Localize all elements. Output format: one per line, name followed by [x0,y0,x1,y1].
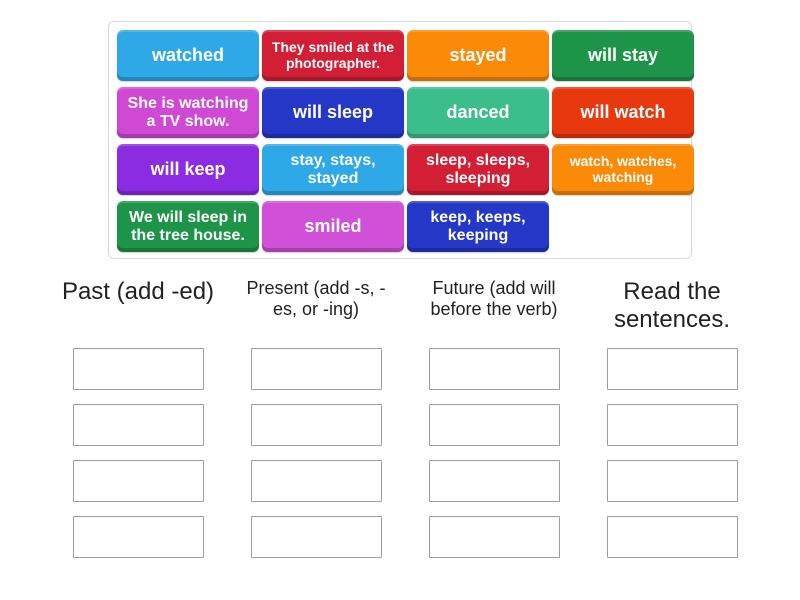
drop-slot[interactable] [428,404,560,446]
tile-label: danced [446,101,510,122]
tile[interactable]: will watch [552,87,694,138]
drop-slot[interactable] [606,404,738,446]
tile-label: will sleep [292,101,374,122]
tile-label: stay, stays, stayed [290,152,376,187]
tile[interactable]: watched [117,30,259,81]
tile[interactable]: will keep [117,144,259,195]
tile-label: smiled [304,215,362,236]
drop-slot[interactable] [250,404,382,446]
sort-column: Present (add -s, -es, or -ing) [238,278,394,558]
tile-label: will stay [587,44,659,65]
tile-label: stayed [449,44,507,65]
tile-label: They smiled at the photographer. [271,39,395,71]
sort-column: Read the sentences. [594,278,750,558]
tile-grid: watched They smiled at the photographer. s… [117,30,694,257]
sort-columns: Past (add -ed) Present (add -s, -es, or -… [60,278,750,558]
column-title: Past (add -ed) [61,278,215,305]
tile[interactable]: will stay [552,30,694,81]
tile[interactable]: smiled [262,201,404,252]
column-slots [594,348,750,558]
column-slots [60,348,216,558]
drop-slot[interactable] [428,460,560,502]
drop-slot[interactable] [250,348,382,390]
drop-slot[interactable] [72,404,204,446]
drop-slot[interactable] [428,348,560,390]
sort-column: Past (add -ed) [60,278,216,558]
tile-slot-empty [552,201,694,252]
tile[interactable]: watch, watches, watching [552,144,694,195]
tile[interactable]: will sleep [262,87,404,138]
tile[interactable]: sleep, sleeps, sleeping [407,144,549,195]
tile-label: watch, watches, watching [569,153,677,185]
drop-slot[interactable] [72,460,204,502]
drop-slot[interactable] [606,348,738,390]
tile[interactable]: stayed [407,30,549,81]
column-slots [416,348,572,558]
tile-label: will watch [580,101,666,122]
tile[interactable]: We will sleep in the tree house. [117,201,259,252]
drop-slot[interactable] [72,516,204,558]
tile-label: We will sleep in the tree house. [129,209,247,244]
tile[interactable]: She is watching a TV show. [117,87,259,138]
drop-slot[interactable] [606,516,738,558]
tile-bank: watched They smiled at the photographer. s… [108,21,694,259]
drop-slot[interactable] [250,516,382,558]
tile-label: sleep, sleeps, sleeping [425,152,531,187]
drop-slot[interactable] [606,460,738,502]
sort-column: Future (add will before the verb) [416,278,572,558]
tile-label: will keep [150,158,226,179]
tile-label: watched [151,44,225,65]
tile-label: She is watching a TV show. [127,95,249,130]
drop-slot[interactable] [428,516,560,558]
tile[interactable]: stay, stays, stayed [262,144,404,195]
tile[interactable]: They smiled at the photographer. [262,30,404,81]
column-title: Present (add -s, -es, or -ing) [246,278,386,319]
drop-slot[interactable] [250,460,382,502]
drop-slot[interactable] [72,348,204,390]
column-title: Future (add will before the verb) [430,278,558,319]
tile[interactable]: danced [407,87,549,138]
column-slots [238,348,394,558]
column-title: Read the sentences. [613,278,731,333]
tile[interactable]: keep, keeps, keeping [407,201,549,252]
tile-label: keep, keeps, keeping [430,209,526,244]
